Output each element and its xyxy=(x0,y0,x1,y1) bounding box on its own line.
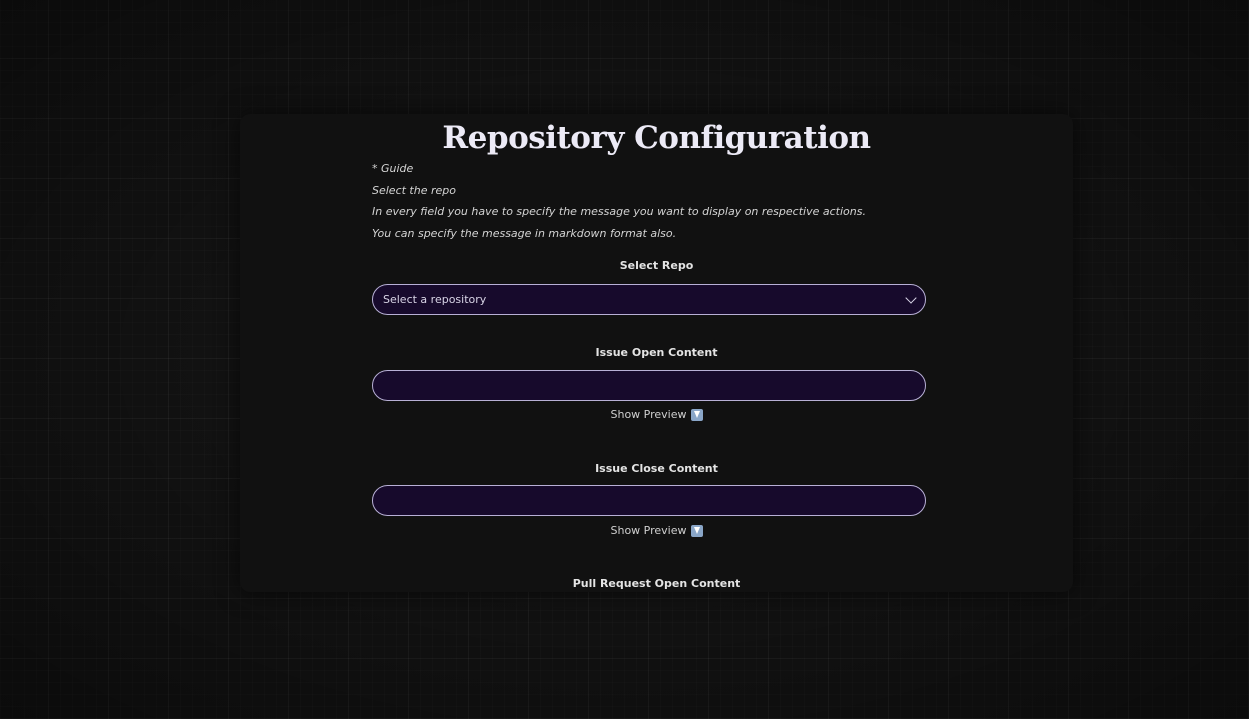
guide-text: * Guide Select the repo In every field y… xyxy=(372,161,866,247)
chevron-down-icon xyxy=(905,291,917,304)
down-arrow-icon xyxy=(690,524,703,537)
issue-close-input[interactable] xyxy=(372,485,926,516)
pr-open-label: Pull Request Open Content xyxy=(572,577,741,590)
page-title: Repository Configuration xyxy=(442,120,871,156)
config-card: Repository Configuration * Guide Select … xyxy=(240,114,1073,592)
repo-select[interactable]: Select a repository xyxy=(372,284,926,315)
issue-close-label: Issue Close Content xyxy=(595,462,718,475)
guide-line: * Guide xyxy=(372,162,414,175)
guide-line: Select the repo xyxy=(372,183,456,197)
down-arrow-icon xyxy=(690,408,703,421)
show-preview-label: Show Preview xyxy=(610,524,687,537)
repo-select-value: Select a repository xyxy=(383,293,487,306)
guide-line: In every field you have to specify the m… xyxy=(372,205,866,218)
issue-open-input[interactable] xyxy=(372,370,926,401)
guide-line: You can specify the message in markdown … xyxy=(372,226,677,240)
select-repo-label: Select Repo xyxy=(619,259,694,272)
issue-open-show-preview-button[interactable]: Show Preview xyxy=(240,408,1073,421)
issue-open-label: Issue Open Content xyxy=(595,346,718,359)
show-preview-label: Show Preview xyxy=(610,408,687,421)
issue-close-show-preview-button[interactable]: Show Preview xyxy=(240,524,1073,537)
